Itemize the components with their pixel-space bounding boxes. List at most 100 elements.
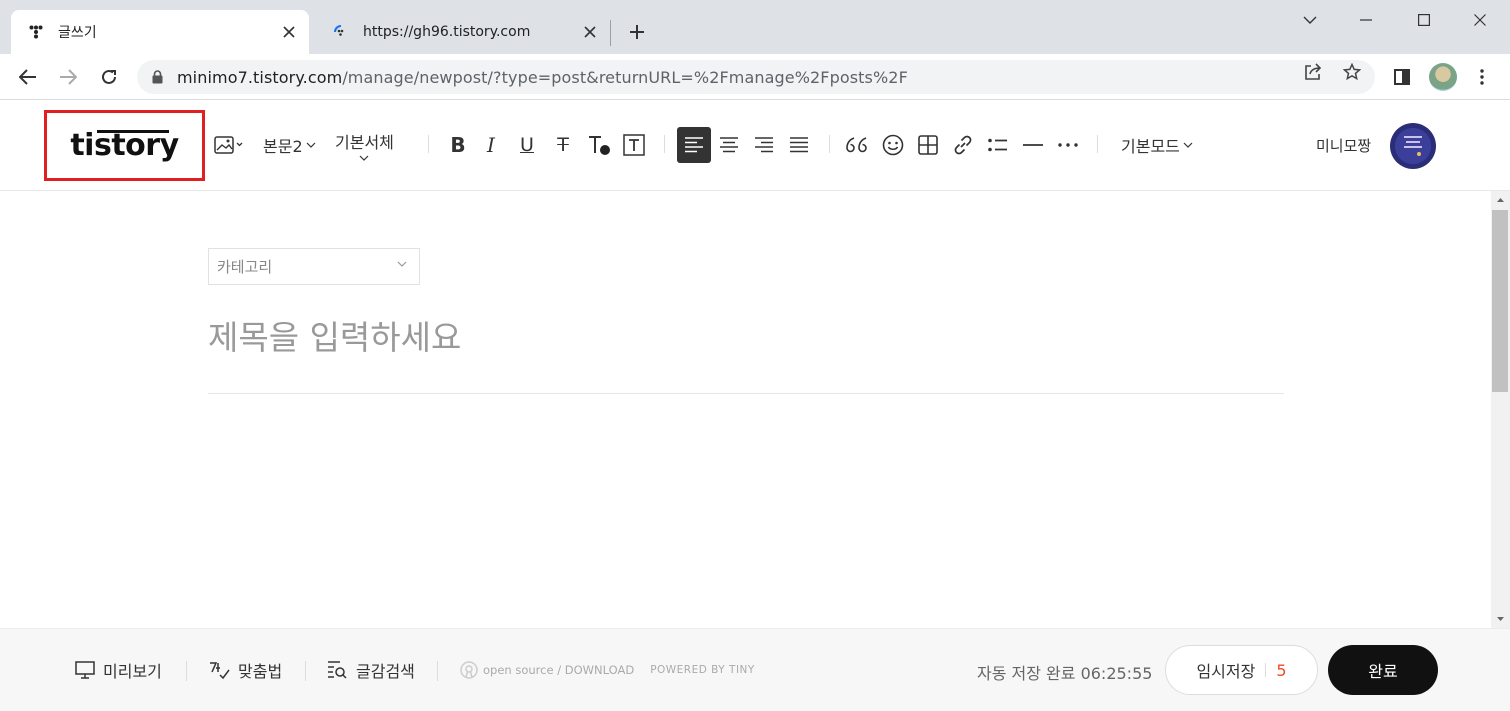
toolbar-divider (1097, 135, 1098, 153)
editor-mode-label: 기본모드 (1121, 137, 1180, 156)
maximize-icon[interactable] (1396, 0, 1452, 40)
table-icon (918, 135, 938, 155)
logo-overline (97, 130, 170, 133)
browser-profile-avatar[interactable] (1429, 63, 1457, 91)
quote-button[interactable] (844, 129, 870, 161)
open-source-icon (460, 661, 478, 679)
align-center-button[interactable] (716, 129, 742, 161)
content-search-button[interactable]: 글감검색 (326, 657, 415, 683)
browser-toolbar: minimo7.tistory.com/manage/newpost/?type… (0, 54, 1510, 100)
lock-icon[interactable] (152, 70, 163, 84)
url-path: /manage/newpost/?type=post&returnURL=%2F… (342, 67, 908, 87)
publish-done-button[interactable]: 완료 (1328, 645, 1438, 695)
draft-count-badge[interactable]: 5 (1276, 661, 1286, 680)
horizontal-rule-button[interactable] (1020, 129, 1046, 161)
font-family-label: 기본서체 (335, 133, 394, 152)
spellcheck-icon (208, 660, 230, 680)
smiley-icon (882, 134, 904, 156)
preview-label: 미리보기 (103, 662, 162, 681)
category-select[interactable]: 카테고리 (208, 248, 420, 285)
title-underline (208, 393, 1284, 394)
tistory-favicon-icon (28, 24, 44, 40)
toolbar-divider (829, 135, 830, 153)
post-title-input[interactable]: 제목을 입력하세요 (208, 311, 1284, 359)
tab-title: 글쓰기 (58, 25, 97, 41)
bookmark-star-icon[interactable] (1341, 61, 1363, 83)
text-color-button[interactable] (585, 129, 613, 161)
text-background-button[interactable] (621, 129, 647, 161)
tistory-logo[interactable]: tistory (70, 128, 179, 163)
editor-mode-dropdown[interactable]: 기본모드 (1121, 129, 1193, 161)
tab-divider (610, 20, 611, 46)
align-left-icon (685, 137, 703, 153)
tab-gh96[interactable]: https://gh96.tistory.com (316, 10, 610, 54)
strikethrough-button[interactable]: T (550, 129, 576, 161)
back-arrow-icon[interactable] (12, 61, 44, 93)
align-right-icon (755, 137, 773, 153)
more-horizontal-icon (1058, 143, 1078, 147)
preview-button[interactable]: 미리보기 (75, 657, 162, 683)
forward-arrow-icon[interactable] (52, 61, 84, 93)
tab-search-chevron-icon[interactable] (1282, 0, 1338, 40)
new-tab-icon[interactable] (623, 18, 651, 46)
more-tools-button[interactable] (1055, 129, 1081, 161)
category-placeholder: 카테고리 (217, 258, 273, 276)
chevron-down-icon (1183, 142, 1193, 148)
chevron-down-icon (397, 261, 407, 267)
close-tab-icon[interactable] (277, 20, 301, 44)
align-right-button[interactable] (751, 129, 777, 161)
editor-header: tistory 본문2 기본서체 B I U T 기본모드 미니모짱 (0, 101, 1510, 191)
link-icon (954, 135, 972, 155)
close-window-icon[interactable] (1452, 0, 1508, 40)
italic-button[interactable]: I (480, 129, 502, 161)
align-left-button[interactable] (677, 127, 711, 163)
font-family-dropdown[interactable]: 기본서체 (335, 129, 394, 161)
editor-footer: 미리보기 맞춤법 글감검색 open source / DOWNLOAD POW… (0, 628, 1510, 711)
minimize-icon[interactable] (1338, 0, 1394, 40)
chevron-down-icon (306, 142, 316, 148)
align-justify-button[interactable] (786, 129, 812, 161)
avatar-book-cover-image (1404, 136, 1422, 156)
strikethrough-icon: T (557, 134, 569, 156)
more-menu-icon[interactable] (1466, 61, 1498, 93)
logo-text: tistory (70, 128, 179, 163)
address-bar[interactable]: minimo7.tistory.com/manage/newpost/?type… (137, 60, 1375, 94)
document-search-icon (326, 660, 348, 680)
share-icon[interactable] (1302, 61, 1324, 83)
scroll-down-arrow-icon[interactable] (1491, 611, 1510, 628)
autosave-status: 자동 저장 완료 06:25:55 (977, 664, 1153, 683)
side-panel-icon[interactable] (1386, 61, 1418, 93)
blog-username[interactable]: 미니모짱 (1316, 135, 1371, 156)
toolbar-divider (428, 135, 429, 153)
text-color-icon (589, 136, 610, 155)
scroll-up-arrow-icon[interactable] (1491, 191, 1510, 208)
paragraph-style-dropdown[interactable]: 본문2 (263, 129, 316, 161)
reload-icon[interactable] (93, 61, 125, 93)
user-avatar[interactable] (1390, 123, 1436, 169)
horizontal-line-icon (1023, 144, 1043, 146)
bullet-list-button[interactable] (985, 129, 1011, 161)
close-tab-icon[interactable] (578, 20, 602, 44)
tab-write-post[interactable]: 글쓰기 (11, 10, 309, 54)
quote-icon (846, 137, 867, 153)
bold-button[interactable]: B (445, 129, 471, 161)
footer-divider (305, 661, 306, 681)
save-draft-button[interactable]: 임시저장 5 (1165, 645, 1318, 695)
loading-favicon-icon (333, 24, 349, 40)
underline-button[interactable]: U (514, 129, 540, 161)
footer-divider (186, 661, 187, 681)
save-draft-label: 임시저장 (1196, 662, 1256, 681)
insert-image-button[interactable] (212, 129, 246, 161)
link-button[interactable] (950, 129, 976, 161)
url-text: minimo7.tistory.com/manage/newpost/?type… (177, 68, 908, 87)
paragraph-style-label: 본문2 (263, 137, 303, 156)
open-source-text: open source / DOWNLOAD (483, 663, 635, 677)
scrollbar-thumb[interactable] (1492, 210, 1508, 392)
bullet-list-icon (988, 138, 1007, 152)
tinymce-credit[interactable]: open source / DOWNLOAD POWERED BY TINY (460, 661, 755, 679)
footer-divider (437, 661, 438, 681)
url-host: minimo7.tistory.com (177, 67, 343, 87)
spellcheck-button[interactable]: 맞춤법 (208, 657, 282, 683)
table-button[interactable] (915, 129, 941, 161)
emoticon-button[interactable] (880, 129, 906, 161)
